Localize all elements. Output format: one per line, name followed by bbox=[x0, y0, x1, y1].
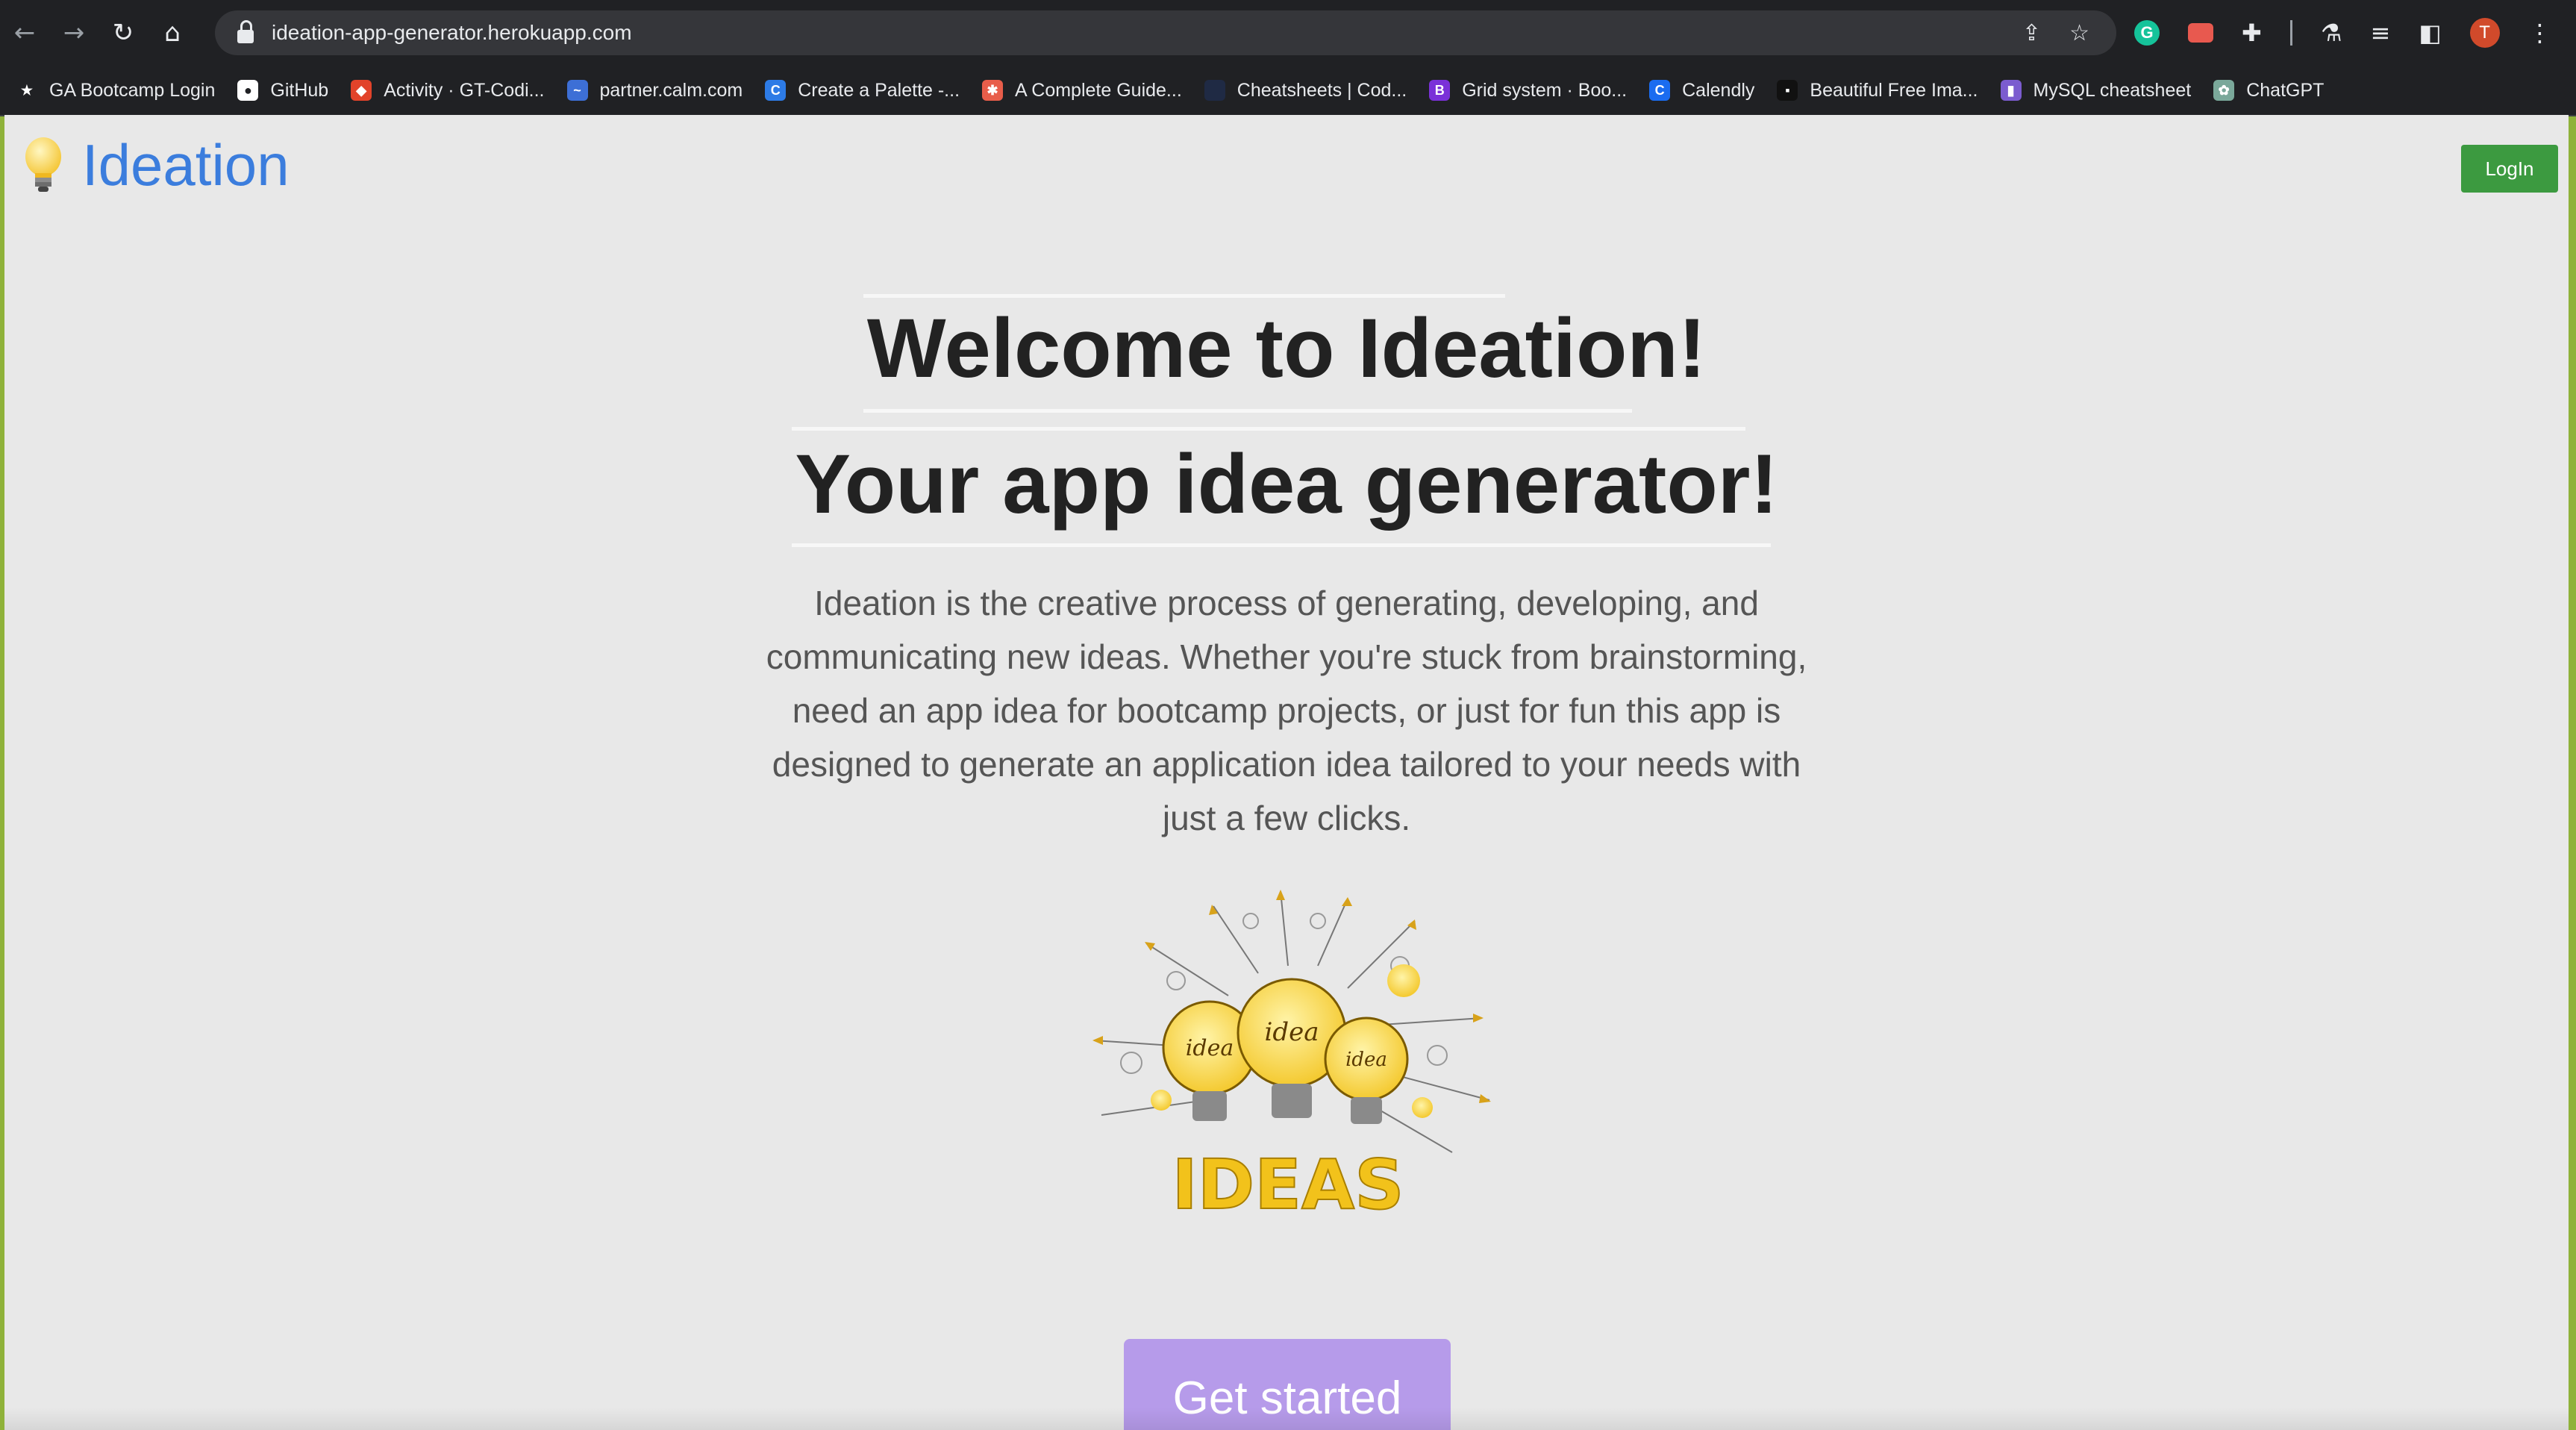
subtitle-rule-top bbox=[792, 427, 1745, 431]
title-rule-top bbox=[863, 294, 1505, 298]
media-queue-icon[interactable]: ≡ bbox=[2371, 19, 2391, 47]
bookmarks-bar: ★ GA Bootcamp Login ● GitHub ◆ Activity · GT-… bbox=[0, 66, 2576, 116]
url-text[interactable]: ideation-app-generator.herokuapp.com bbox=[272, 21, 632, 45]
menu-kebab-icon[interactable]: ⋮ bbox=[2528, 19, 2552, 47]
grammarly-extension-icon[interactable]: G bbox=[2134, 20, 2160, 46]
address-bar[interactable]: ideation-app-generator.herokuapp.com ⇪ ☆ bbox=[215, 10, 2116, 55]
bookmark-item[interactable]: B Grid system · Boo... bbox=[1429, 80, 1627, 102]
ideas-art-text: IDEAS bbox=[1172, 1145, 1404, 1225]
bootstrap-icon: B bbox=[1429, 80, 1451, 101]
bookmark-item[interactable]: ~ partner.calm.com bbox=[566, 79, 743, 102]
toolbar-divider bbox=[2289, 20, 2292, 46]
generator-heading: Your app idea generator! bbox=[795, 437, 1778, 531]
bookmark-label: GitHub bbox=[270, 79, 329, 101]
bookmark-label: Create a Palette -... bbox=[798, 79, 960, 101]
bookmark-item[interactable]: ▮ MySQL cheatsheet bbox=[2000, 79, 2192, 102]
hero-description: Ideation is the creative process of gene… bbox=[766, 584, 1807, 837]
back-icon[interactable]: ← bbox=[0, 0, 49, 66]
bulb-label-left: idea bbox=[1186, 1035, 1234, 1061]
bookmark-label: ChatGPT bbox=[2246, 79, 2325, 101]
labs-flask-icon[interactable]: ⚗ bbox=[2321, 19, 2342, 47]
devhints-icon: ▮ bbox=[2000, 80, 2022, 101]
reload-icon[interactable]: ↻ bbox=[99, 0, 148, 66]
unsplash-icon: ▪ bbox=[1777, 80, 1798, 101]
home-icon[interactable]: ⌂ bbox=[148, 0, 197, 66]
side-panel-icon[interactable]: ◧ bbox=[2419, 19, 2441, 47]
bookmark-label: Calendly bbox=[1682, 79, 1755, 101]
bookmark-label: Beautiful Free Ima... bbox=[1810, 79, 1978, 101]
bookmark-item[interactable]: ● GitHub bbox=[237, 80, 328, 102]
profile-avatar[interactable]: T bbox=[2469, 18, 2500, 48]
coolors-icon: C bbox=[765, 80, 787, 101]
lightbulb-icon bbox=[25, 137, 61, 192]
bookmark-item[interactable]: ✿ ChatGPT bbox=[2213, 80, 2324, 102]
screen-recorder-extension-icon[interactable] bbox=[2188, 23, 2213, 43]
bookmark-label: MySQL cheatsheet bbox=[2033, 79, 2192, 101]
brand-link[interactable]: Ideation bbox=[21, 131, 290, 199]
bookmark-label: Cheatsheets | Cod... bbox=[1237, 79, 1407, 101]
bulb-label-right: idea bbox=[1345, 1049, 1387, 1071]
login-button[interactable]: LogIn bbox=[2461, 145, 2558, 193]
subtitle-rule-bottom bbox=[792, 543, 1771, 547]
calm-icon: ~ bbox=[566, 80, 588, 101]
ga-icon: ★ bbox=[16, 80, 37, 101]
welcome-heading: Welcome to Ideation! bbox=[866, 302, 1707, 395]
share-icon[interactable]: ⇪ bbox=[2022, 20, 2041, 46]
gitlab-icon: ◆ bbox=[351, 80, 372, 101]
bookmark-label: Activity · GT-Codi... bbox=[384, 79, 545, 101]
lock-icon bbox=[237, 20, 254, 43]
extensions-puzzle-icon[interactable]: ✚ bbox=[2242, 19, 2262, 47]
bookmark-item[interactable]: C Calendly bbox=[1649, 80, 1754, 102]
bookmark-label: Grid system · Boo... bbox=[1462, 79, 1628, 101]
bookmark-label: GA Bootcamp Login bbox=[49, 79, 216, 101]
codecademy-icon bbox=[1204, 80, 1225, 101]
bookmark-item[interactable]: C Create a Palette -... bbox=[765, 80, 960, 102]
bookmark-item[interactable]: ◆ Activity · GT-Codi... bbox=[351, 79, 545, 102]
ideas-lightbulbs-illustration: idea idea idea IDEAS bbox=[1092, 890, 1491, 1226]
bookmark-star-icon[interactable]: ☆ bbox=[2069, 20, 2089, 46]
browser-toolbar: ← → ↻ ⌂ ideation-app-generator.herokuapp… bbox=[0, 0, 2576, 66]
page-bottom-shadow bbox=[4, 1408, 2569, 1430]
bookmark-item[interactable]: ▪ Beautiful Free Ima... bbox=[1777, 80, 1978, 102]
bookmark-item[interactable]: ★ GA Bootcamp Login bbox=[16, 80, 215, 102]
title-rule-mid bbox=[863, 409, 1632, 413]
github-icon: ● bbox=[237, 80, 259, 101]
brand-name: Ideation bbox=[82, 132, 290, 198]
bookmark-label: A Complete Guide... bbox=[1015, 79, 1182, 101]
bulb-label-center: idea bbox=[1264, 1017, 1319, 1047]
page-content: Ideation LogIn Welcome to Ideation! Your… bbox=[4, 115, 2569, 1430]
bookmark-item[interactable]: ✱ A Complete Guide... bbox=[982, 80, 1182, 102]
bookmark-label: partner.calm.com bbox=[599, 79, 743, 101]
bookmark-item[interactable]: Cheatsheets | Cod... bbox=[1204, 80, 1407, 102]
chatgpt-icon: ✿ bbox=[2213, 80, 2235, 101]
forward-icon[interactable]: → bbox=[49, 0, 99, 66]
calendly-icon: C bbox=[1649, 80, 1671, 101]
css-tricks-icon: ✱ bbox=[982, 80, 1004, 101]
